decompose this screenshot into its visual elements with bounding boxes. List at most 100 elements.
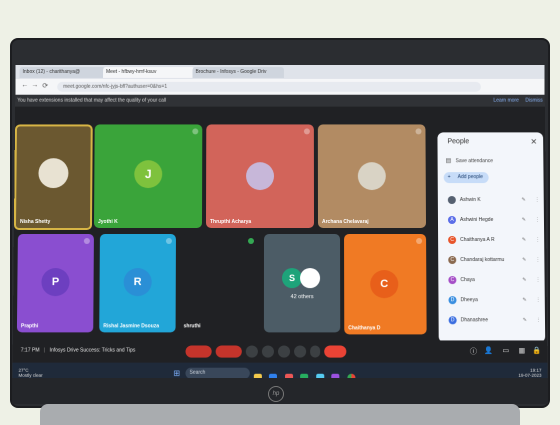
participant-tile[interactable]: Nisha Shetty bbox=[13, 124, 93, 230]
raise-hand-button[interactable] bbox=[294, 345, 307, 358]
people-icon[interactable]: 👤 bbox=[484, 347, 493, 355]
tab-meet[interactable]: Meet - hfbwy-hmf-ksuv bbox=[103, 67, 195, 78]
mic-muted-icon: ✎ bbox=[521, 236, 527, 244]
extension-warning: You have extensions installed that may a… bbox=[15, 94, 545, 107]
add-people-label: Add people bbox=[457, 174, 483, 181]
participant-list-name: Ashwini Hegde bbox=[459, 217, 494, 224]
more-options-icon[interactable]: ⋮ bbox=[535, 254, 540, 266]
meeting-bar: 7:17 PM | Infosys Drive Success: Tricks … bbox=[12, 340, 548, 363]
chat-icon[interactable]: ▭ bbox=[502, 347, 509, 355]
weather-widget[interactable]: 27°C Mostly clear bbox=[18, 368, 42, 378]
laptop-photo: Inbox (12) - charithanya@ Meet - hfbwy-h… bbox=[0, 0, 560, 425]
avatar bbox=[447, 196, 456, 205]
mic-muted-icon bbox=[83, 237, 90, 245]
more-options-icon[interactable]: ⋮ bbox=[536, 314, 541, 326]
avatar: C bbox=[448, 235, 457, 245]
more-options-icon[interactable]: ⋮ bbox=[536, 294, 541, 306]
participant-name: Thrupthi Acharya bbox=[209, 219, 252, 225]
participant-tile[interactable]: C Chaithanya D bbox=[344, 233, 427, 335]
address-bar: ← → ⟳ meet.google.com/nfc-jyjs-bfl?authu… bbox=[15, 78, 545, 95]
add-person-icon: + bbox=[447, 174, 451, 181]
close-icon[interactable]: ✕ bbox=[530, 137, 537, 146]
mic-muted-icon bbox=[303, 128, 310, 135]
participant-list-name: Chaya bbox=[460, 277, 475, 284]
participant-name: Jyothi K bbox=[97, 219, 118, 225]
participant-tile[interactable]: Archana Chelavaraj bbox=[317, 124, 427, 228]
present-button[interactable] bbox=[277, 345, 291, 358]
windows-start-icon[interactable]: ⊞ bbox=[173, 369, 180, 378]
mic-muted-icon bbox=[192, 128, 199, 135]
browser-tab-bar: Inbox (12) - charithanya@ Meet - hfbwy-h… bbox=[15, 65, 545, 79]
separator: | bbox=[43, 347, 46, 354]
others-count: 42 others bbox=[290, 294, 314, 301]
laptop-keyboard-deck bbox=[40, 404, 520, 425]
system-tray-clock[interactable]: 19:17 19-07-2023 bbox=[518, 368, 541, 378]
avatar bbox=[300, 268, 321, 289]
mic-muted-icon: ✎ bbox=[521, 217, 526, 224]
participant-name: shruthi bbox=[183, 323, 201, 330]
tab-inbox[interactable]: Inbox (12) - charithanya@ bbox=[19, 67, 106, 78]
avatar: D bbox=[448, 296, 457, 305]
url-field[interactable]: meet.google.com/nfc-jyjs-bfl?authuser=0&… bbox=[57, 81, 481, 92]
participant-tile[interactable]: Thrupthi Acharya bbox=[205, 124, 315, 228]
captions-button[interactable] bbox=[245, 345, 258, 358]
participant-tile[interactable]: shruthi bbox=[179, 233, 260, 333]
forward-icon[interactable]: → bbox=[31, 82, 38, 89]
camera-toggle-button[interactable] bbox=[215, 345, 242, 358]
participant-list-name: Chandaraj kottarmu bbox=[460, 257, 505, 264]
others-tile[interactable]: S 42 others bbox=[263, 233, 341, 333]
more-options-icon[interactable]: ⋮ bbox=[535, 274, 541, 286]
meeting-title: Infosys Drive Success: Tricks and Tips bbox=[49, 347, 136, 354]
participant-list-item[interactable]: A Ashwini Hegde ✎ ⋮ bbox=[447, 214, 544, 226]
save-attendance-button[interactable]: Save attendance bbox=[456, 158, 493, 164]
participant-name: Prapthi bbox=[20, 323, 39, 330]
mic-muted-icon: ✎ bbox=[522, 257, 527, 264]
host-controls-icon[interactable]: 🔒 bbox=[532, 347, 541, 355]
participant-list-name: Dhanashree bbox=[460, 317, 489, 324]
hp-logo: hp bbox=[268, 386, 284, 402]
info-icon[interactable]: ⓘ bbox=[470, 347, 477, 357]
reload-icon[interactable]: ⟳ bbox=[42, 82, 48, 90]
mic-toggle-button[interactable] bbox=[185, 345, 212, 358]
mic-muted-icon: ✎ bbox=[522, 277, 527, 284]
warning-text: You have extensions installed that may a… bbox=[17, 97, 167, 104]
more-options-icon[interactable]: ⋮ bbox=[535, 194, 540, 206]
avatar: A bbox=[447, 216, 456, 224]
participant-name: Rishal Jasmine Dsouza bbox=[103, 323, 160, 330]
activities-icon[interactable]: ▦ bbox=[519, 347, 526, 355]
participant-list-name: Dheeya bbox=[460, 297, 478, 304]
participant-list-item[interactable]: C Chaithanya A R ✎ ⋮ bbox=[448, 234, 544, 246]
avatar: D bbox=[448, 316, 457, 325]
tab-brochure[interactable]: Brochure - Infosys - Google Driv bbox=[192, 67, 284, 78]
participant-tile[interactable]: R Rishal Jasmine Dsouza bbox=[99, 233, 176, 333]
participant-tile[interactable]: J Jyothi K bbox=[93, 124, 203, 228]
mic-muted-icon: ✎ bbox=[522, 317, 527, 324]
avatar: C bbox=[448, 256, 457, 265]
learn-more-link[interactable]: Learn more bbox=[493, 95, 519, 107]
participant-list-item[interactable]: C Chaya ✎ ⋮ bbox=[448, 274, 544, 286]
participant-list-item[interactable]: D Dhanashree ✎ ⋮ bbox=[448, 314, 545, 326]
participant-list-item[interactable]: C Chandaraj kottarmu ✎ ⋮ bbox=[448, 254, 544, 266]
more-options-button[interactable] bbox=[310, 345, 321, 358]
avatar: C bbox=[448, 276, 457, 285]
more-options-icon[interactable]: ⋮ bbox=[535, 234, 540, 246]
avatar bbox=[357, 162, 386, 191]
mic-muted-icon bbox=[416, 237, 423, 245]
more-options-icon[interactable]: ⋮ bbox=[535, 214, 540, 226]
participant-tile[interactable]: P Prapthi bbox=[16, 233, 94, 333]
leave-call-button[interactable] bbox=[324, 345, 347, 358]
meeting-info: 7:17 PM | Infosys Drive Success: Tricks … bbox=[21, 348, 136, 354]
avatar: R bbox=[123, 268, 152, 297]
dismiss-link[interactable]: Dismiss bbox=[525, 95, 543, 107]
emoji-button[interactable] bbox=[261, 345, 274, 358]
add-people-button[interactable]: + Add people bbox=[443, 172, 489, 184]
participant-list-item[interactable]: Ashwin K ✎ ⋮ bbox=[447, 194, 544, 206]
participant-list-item[interactable]: D Dheeya ✎ ⋮ bbox=[448, 294, 544, 306]
avatar: C bbox=[370, 270, 399, 299]
avatar: J bbox=[134, 160, 163, 189]
avatar: P bbox=[41, 268, 70, 297]
back-icon[interactable]: ← bbox=[21, 82, 28, 89]
mic-muted-icon: ✎ bbox=[522, 297, 527, 304]
mic-muted-icon: ✎ bbox=[521, 197, 526, 204]
participant-name: Archana Chelavaraj bbox=[321, 219, 369, 225]
